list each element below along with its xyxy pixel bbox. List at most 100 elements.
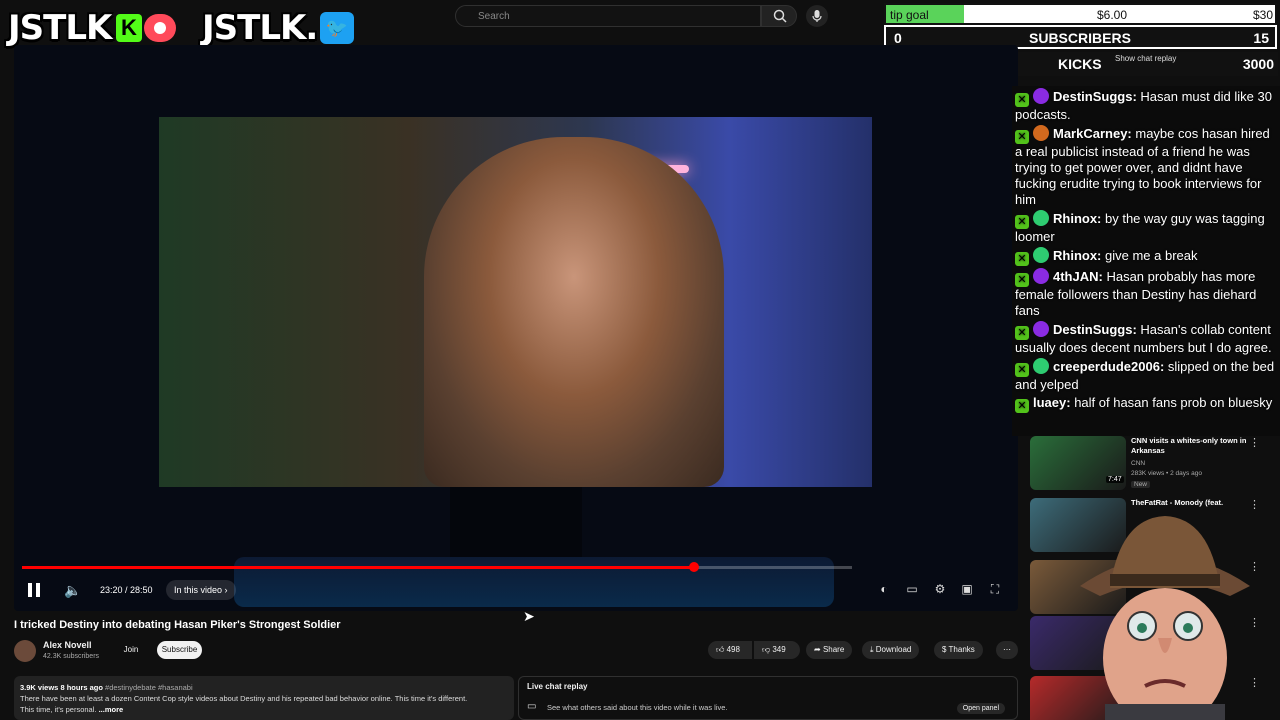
dislike-button[interactable]: 👎︎ 349 [754,641,800,659]
chapter-label: In this video [174,585,223,595]
description-tags[interactable]: #destinydebate #hasanabi [105,683,193,692]
user-badge-icon [1033,247,1049,263]
kick-badge-icon: ✕ [1015,399,1029,413]
mouse-cursor-icon: ➤ [523,608,535,624]
subscribe-button[interactable]: Subscribe [157,641,202,659]
pause-icon-bar [36,583,40,597]
kicks-goal-target: 3000 [1242,56,1274,72]
keyboard [234,557,834,607]
progress-played [22,566,695,569]
description-line-2: This time, it's personal. [20,705,97,714]
kick-badge-icon: ✕ [1015,252,1029,266]
more-actions-button[interactable]: ⋯ [996,641,1018,659]
description-line-1: There have been at least a dozen Content… [20,694,468,703]
channel-avatar[interactable] [14,640,36,662]
thanks-button[interactable]: $ Thanks [934,641,983,659]
share-button[interactable]: ➦ Share [806,641,853,659]
chat-message: ✕ Rhinox: give me a break [1015,247,1278,266]
settings-gear-icon[interactable]: ⚙ [932,582,948,596]
show-chat-replay-label[interactable]: Show chat replay [1115,54,1176,63]
kick-badge-icon: ✕ [1015,363,1029,377]
open-panel-button[interactable]: Open panel [956,703,1005,714]
kick-badge-icon: ✕ [1015,93,1029,107]
chat-message: ✕ DestinSuggs: Hasan must did like 30 pod… [1015,88,1278,123]
kick-icon: K [116,14,142,42]
jstlk-logo-left: JSTLK [8,8,112,48]
tip-goal-target: $30 [1252,8,1273,22]
channel-name[interactable]: Alex Novell [43,640,92,650]
description-stats: 3.9K views 8 hours ago [20,683,103,692]
tip-goal-bar: tip goal $6.00 $30 [884,3,1277,25]
tip-goal-label: tip goal [890,8,929,22]
chat-username: DestinSuggs: [1053,89,1137,104]
record-icon [144,14,176,42]
kick-badge-icon: ✕ [1015,273,1029,287]
user-badge-icon [1033,88,1049,104]
recommendation-title[interactable]: TheFatRat - Monody (feat. [1131,498,1253,508]
description-box[interactable]: 3.9K views 8 hours ago #destinydebate #h… [14,676,514,720]
chat-username: DestinSuggs: [1053,322,1137,337]
jstlk-logo-right: JSTLK. [202,8,318,48]
download-icon: ⤓ [870,645,874,654]
subscriber-count-label: 42.3K subscribers [43,653,100,660]
chat-text: give me a break [1101,248,1198,263]
recommendation-menu-icon[interactable]: ⋮ [1249,436,1260,449]
chat-message: ✕ Rhinox: by the way guy was tagging loom… [1015,210,1278,245]
pause-button[interactable] [28,580,44,600]
chat-message: ✕ creeperdude2006: slipped on the bed and… [1015,358,1278,393]
autoplay-toggle[interactable]: ◐ [876,582,892,596]
tip-goal-current: $6.00 [1097,8,1128,22]
chat-message: ✕ luaey: half of hasan fans prob on blues… [1015,395,1278,413]
streamer-figure [424,137,724,487]
live-chat-replay-panel: Live chat replay ▭ See what others said … [518,676,1018,720]
recommendation-channel[interactable]: CNN [1131,460,1145,467]
search-button[interactable] [761,5,797,27]
chat-message: ✕ 4thJAN: Hasan probably has more female … [1015,268,1278,319]
thanks-icon: $ [942,645,947,654]
thumbs-up-icon: 👍︎ [716,645,725,654]
more-icon: ⋯ [1003,645,1011,654]
chapter-button[interactable]: In this video › [166,580,236,600]
kicks-goal-label: KICKS [1058,56,1102,72]
chat-username: MarkCarney: [1053,126,1132,141]
like-button[interactable]: 👍︎ 498 [708,641,752,659]
download-button[interactable]: ⤓ Download [862,641,920,659]
theater-mode-button[interactable]: ▣ [959,582,975,596]
thumbs-down-icon: 👎︎ [762,645,771,654]
video-player[interactable] [14,45,1018,611]
captions-button[interactable]: ▭ [904,582,920,596]
monitor-stand [450,487,582,557]
voice-search-button[interactable] [806,5,828,27]
cartoon-detective-avatar [1080,516,1250,720]
chat-text: half of hasan fans prob on bluesky [1070,395,1273,410]
user-badge-icon [1033,321,1049,337]
download-label: Download [875,645,912,654]
like-count: 498 [726,645,740,654]
video-frame [159,117,872,487]
chat-text: Hasan probably has more female followers… [1015,269,1257,318]
user-badge-icon [1033,358,1049,374]
user-badge-icon [1033,125,1049,141]
subscriber-count: 0 [894,30,902,46]
description-more-link[interactable]: ...more [99,705,124,714]
share-label: Share [822,645,845,654]
progress-bar[interactable] [22,562,852,572]
subscriber-goal-target: 15 [1253,30,1269,46]
chat-username: creeperdude2006: [1053,359,1165,374]
join-button[interactable]: Join [118,642,144,658]
recommendation-title[interactable]: CNN visits a whites-only town in Arkansa… [1131,436,1253,456]
volume-button[interactable]: 🔈 [64,580,81,600]
search-icon [773,9,787,23]
search-input[interactable]: Search [455,5,761,27]
chat-username: Rhinox: [1053,248,1102,263]
twitter-icon: 🐦 [320,12,354,44]
kick-badge-icon: ✕ [1015,326,1029,340]
chat-username: luaey: [1033,395,1071,410]
video-title: I tricked Destiny into debating Hasan Pi… [14,619,341,631]
chevron-right-icon: › [224,585,228,595]
screen: JSTLK K JSTLK. 🐦 Search tip goal $6.00 $… [0,0,1280,720]
fullscreen-button[interactable]: ⛶ [987,582,1003,596]
volume-icon: 🔈 [64,581,82,598]
mic-icon [812,10,822,22]
chat-message: ✕ DestinSuggs: Hasan's collab content usu… [1015,321,1278,356]
